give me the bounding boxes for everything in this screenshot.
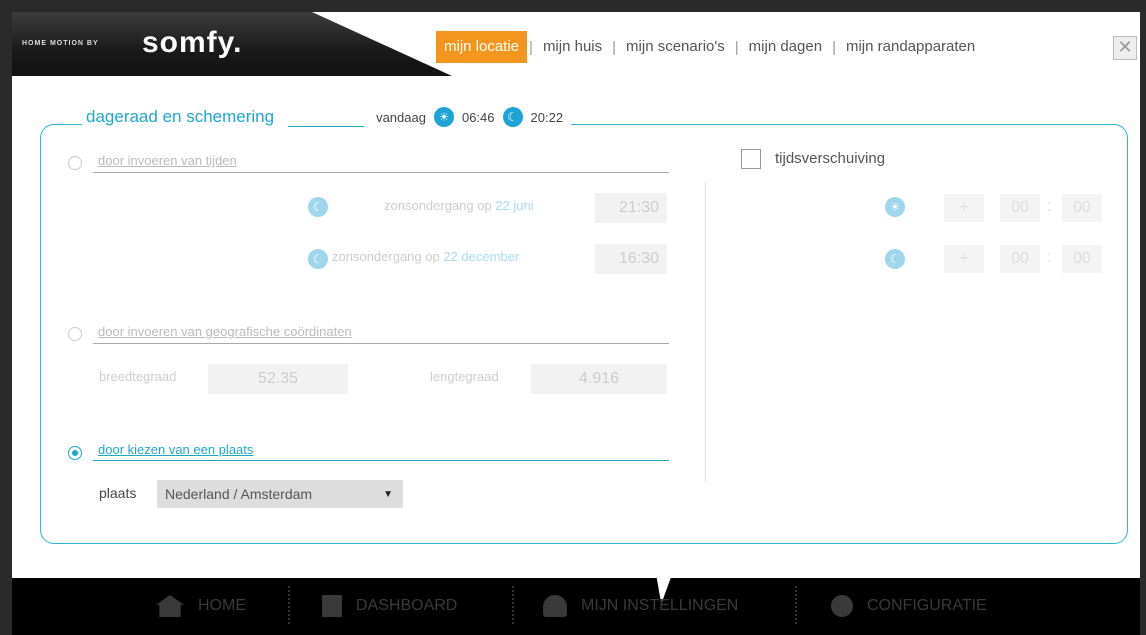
sunset-december-time-field[interactable]: 16:30 [595,244,667,274]
nav-configuratie[interactable]: CONFIGURATIE [831,594,987,618]
longitude-label: lengtegraad [430,369,499,384]
tab-mijn-scenarios[interactable]: mijn scenario's [618,31,733,63]
close-icon: ✕ [1117,37,1133,57]
nav-separator [288,586,290,624]
brand-tagline: HOME MOTION BY [22,40,99,47]
time-colon: : [1047,249,1052,266]
nav-separator [512,586,514,624]
time-shift-checkbox[interactable] [741,149,761,169]
time-colon: : [1047,198,1052,215]
logo-area: HOME MOTION BY somfy. [12,12,452,76]
tab-mijn-randapparaten[interactable]: mijn randapparaten [838,31,983,63]
tab-separator: | [529,38,533,56]
sunset-june-prefix: zonsondergang op [384,198,496,213]
option-place-label[interactable]: door kiezen van een plaats [98,442,253,457]
window-left-edge [0,12,12,635]
sunset-december-date: 22 december [443,249,520,264]
window-top-strip [0,0,1146,12]
latitude-label: breedtegraad [99,369,177,384]
moon-icon: ☾ [885,249,905,269]
app-frame: HOME MOTION BY somfy. mijn locatie | mij… [0,0,1146,635]
shift-sunset-minutes[interactable]: 00 [1062,245,1102,273]
sunset-december-label: zonsondergang op 22 december [332,249,519,264]
list-icon [322,595,342,617]
longitude-field[interactable]: 4.916 [531,364,667,394]
sunset-june-date: 22 juni [495,198,534,213]
chevron-down-icon: ▼ [383,489,393,500]
nav-separator [795,586,797,624]
tab-separator: | [832,38,836,56]
nav-settings-label: MIJN INSTELLINGEN [581,597,739,614]
nav-home-label: HOME [198,597,246,614]
user-icon [543,595,567,617]
house-icon [156,595,184,617]
tab-separator: | [612,38,617,56]
shift-sunset-hours[interactable]: 00 [1000,245,1040,273]
option-place-underline [93,460,669,461]
today-label: vandaag [376,109,426,125]
nav-home[interactable]: HOME [156,594,246,618]
nav-mijn-instellingen[interactable]: MIJN INSTELLINGEN [543,594,738,618]
radio-times[interactable] [68,156,82,170]
sunset-time: 20:22 [530,109,564,125]
time-shift-label: tijdsverschuiving [775,150,886,167]
latitude-field[interactable]: 52.35 [208,364,348,394]
panel-title: dageraad en schemering [86,107,275,126]
option-times-underline [93,172,669,173]
shift-sunrise-hours[interactable]: 00 [1000,194,1040,222]
sunrise-time: 06:46 [461,109,495,125]
nav-config-label: CONFIGURATIE [867,597,987,614]
option-coordinates-underline [93,343,669,344]
sunset-june-time-field[interactable]: 21:30 [595,193,667,223]
moon-icon: ☾ [308,197,328,217]
place-select-value: Nederland / Amsterdam [165,486,313,502]
sunrise-icon: ☀ [885,197,905,217]
moon-icon: ☾ [502,107,523,127]
radio-place[interactable] [68,446,82,460]
tab-mijn-dagen[interactable]: mijn dagen [741,31,830,63]
column-divider [705,182,706,482]
radio-coordinates[interactable] [68,327,82,341]
somfy-logo: somfy. [142,26,243,59]
sunrise-icon: ☀ [433,107,454,127]
sunset-december-prefix: zonsondergang op [332,249,444,264]
shift-sunrise-minutes[interactable]: 00 [1062,194,1102,222]
moon-icon: ☾ [308,249,328,269]
panel-legend: dageraad en schemering vandaag ☀ 06:46 ☾… [82,104,572,130]
main-tabs: mijn locatie | mijn huis | mijn scenario… [436,31,983,63]
nav-dashboard-label: DASHBOARD [356,597,458,614]
tab-separator: | [734,38,739,56]
nav-dashboard[interactable]: DASHBOARD [322,594,457,618]
sunset-june-label: zonsondergang op 22 juni [384,198,534,213]
tab-mijn-huis[interactable]: mijn huis [535,31,610,63]
close-button[interactable]: ✕ [1113,36,1137,60]
place-select[interactable]: Nederland / Amsterdam ▼ [157,480,403,508]
gear-icon [831,595,853,617]
today-times: vandaag ☀ 06:46 ☾ 20:22 [376,107,563,127]
option-coordinates-label[interactable]: door invoeren van geografische coördinat… [98,324,352,339]
place-label: plaats [99,485,137,501]
shift-sunset-sign[interactable]: + [944,245,984,273]
shift-sunrise-sign[interactable]: + [944,194,984,222]
legend-divider [288,125,365,127]
tab-mijn-locatie[interactable]: mijn locatie [436,31,528,63]
option-times-label[interactable]: door invoeren van tijden [98,153,237,168]
window-right-edge [1140,0,1146,635]
